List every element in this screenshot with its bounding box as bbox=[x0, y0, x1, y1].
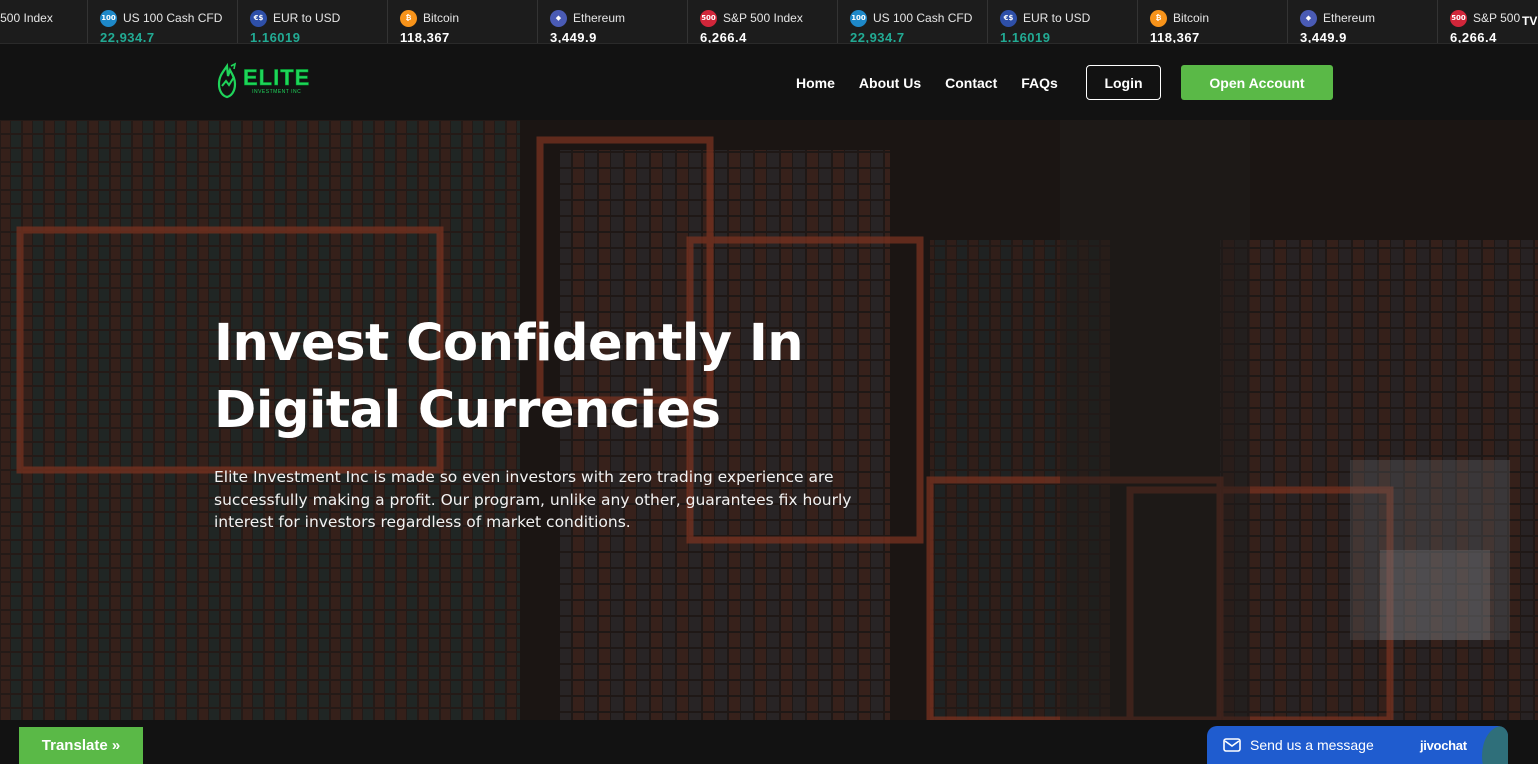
ticker-item-head: 500 S&P 500 Index bbox=[700, 9, 837, 27]
ticker-item-name: EUR to USD bbox=[273, 11, 341, 25]
ticker-item-value: 6,266.4 bbox=[0, 30, 87, 43]
ticker-item-value: 118,367 bbox=[400, 30, 450, 44]
ticker-symbol-icon: 500 bbox=[1450, 9, 1467, 27]
ticker-item-value: 1.16019 bbox=[1000, 30, 1051, 44]
ticker-item-value: 118,367 bbox=[1150, 30, 1200, 44]
ticker-symbol-icon: 500 bbox=[700, 9, 717, 27]
ticker-item[interactable]: ◆ Ethereum 3,449.9 bbox=[1288, 0, 1438, 44]
ticker-item[interactable]: 100 US 100 Cash CFD 22,934.7 bbox=[88, 0, 238, 44]
envelope-icon bbox=[1223, 738, 1241, 752]
ticker-item[interactable]: €$ EUR to USD 1.16019 bbox=[988, 0, 1138, 44]
logo-text: ELITE INVESTMENT INC bbox=[243, 65, 311, 95]
ticker-item-name: US 100 Cash CFD bbox=[123, 11, 223, 25]
login-button[interactable]: Login bbox=[1086, 65, 1161, 100]
ticker-item-name: US 100 Cash CFD bbox=[873, 11, 973, 25]
ticker-item-head: 100 US 100 Cash CFD bbox=[850, 9, 987, 27]
ticker-item[interactable]: ₿ Bitcoin 118,367 bbox=[388, 0, 538, 44]
ticker-item-name: Bitcoin bbox=[423, 11, 460, 25]
ticker-symbol-icon: 100 bbox=[850, 9, 867, 27]
ticker-track: 500S&P 500 Index6,266.4100US 100 Cash CF… bbox=[0, 0, 1538, 44]
ticker-item-head: €$ EUR to USD bbox=[250, 9, 387, 27]
ticker-item-head: 500S&P 500 Index bbox=[0, 10, 87, 26]
ticker-item[interactable]: ◆ Ethereum 3,449.9 bbox=[538, 0, 688, 44]
ticker-item-value: 6,266.4 bbox=[700, 30, 747, 44]
chat-corner-decoration bbox=[1482, 726, 1508, 764]
logo-bull-icon bbox=[217, 62, 237, 99]
logo-word: ELITE bbox=[243, 65, 311, 90]
chat-widget-label: Send us a message bbox=[1250, 737, 1374, 753]
ticker-item-head: ◆ Ethereum bbox=[550, 9, 687, 27]
nav-link-contact[interactable]: Contact bbox=[945, 75, 997, 91]
hero-description: Elite Investment Inc is made so even inv… bbox=[214, 468, 852, 531]
ticker-symbol-icon: ₿ bbox=[1150, 9, 1167, 27]
nav-link-about-us[interactable]: About Us bbox=[859, 75, 921, 91]
main-nav: Home About Us Contact FAQs bbox=[796, 45, 1082, 120]
ticker-symbol-icon: ₿ bbox=[400, 9, 417, 27]
ticker-item-name: Ethereum bbox=[573, 11, 626, 25]
ticker-item-name: Bitcoin bbox=[1173, 11, 1210, 25]
hero-title: Invest Confidently In Digital Currencies bbox=[214, 310, 914, 444]
ticker-item-value: 3,449.9 bbox=[550, 30, 597, 44]
market-ticker: 500S&P 500 Index6,266.4100US 100 Cash CF… bbox=[0, 0, 1538, 44]
ticker-symbol-icon: €$ bbox=[250, 9, 267, 27]
ticker-item-value: 22,934.7 bbox=[850, 30, 905, 44]
open-account-button[interactable]: Open Account bbox=[1181, 65, 1333, 100]
ticker-item[interactable]: 100 US 100 Cash CFD 22,934.7 bbox=[838, 0, 988, 44]
hero-section: Invest Confidently In Digital Currencies… bbox=[0, 120, 1538, 720]
ticker-item[interactable]: €$ EUR to USD 1.16019 bbox=[238, 0, 388, 44]
navbar: ELITE INVESTMENT INC Home About Us Conta… bbox=[0, 45, 1538, 120]
ticker-item-head: 100 US 100 Cash CFD bbox=[100, 9, 237, 27]
ticker-item[interactable]: 500 S&P 500 Index 6,266.4 bbox=[688, 0, 838, 44]
logo-subtitle: INVESTMENT INC bbox=[252, 89, 302, 95]
ticker-item-head: ₿ Bitcoin bbox=[400, 9, 537, 27]
ticker-item-name: S&P 500 Index bbox=[0, 11, 53, 25]
ticker-item-name: Ethereum bbox=[1323, 11, 1376, 25]
hero-title-line2: Digital Currencies bbox=[214, 381, 721, 440]
hero-title-line1: Invest Confidently In bbox=[214, 314, 804, 373]
ticker-item-head: ◆ Ethereum bbox=[1300, 9, 1437, 27]
nav-link-faqs[interactable]: FAQs bbox=[1021, 75, 1058, 91]
nav-link-home[interactable]: Home bbox=[796, 75, 835, 91]
ticker-item[interactable]: 500S&P 500 Index 6,266.4 bbox=[0, 0, 88, 43]
ticker-item[interactable]: ₿ Bitcoin 118,367 bbox=[1138, 0, 1288, 44]
tradingview-logo-icon[interactable]: TV bbox=[1520, 0, 1538, 43]
ticker-item-value: 22,934.7 bbox=[100, 30, 155, 44]
translate-button[interactable]: Translate » bbox=[19, 727, 143, 764]
ticker-symbol-icon: €$ bbox=[1000, 9, 1017, 27]
chat-widget[interactable]: Send us a message jivochat bbox=[1207, 726, 1508, 764]
ticker-item-name: EUR to USD bbox=[1023, 11, 1091, 25]
site-logo[interactable]: ELITE INVESTMENT INC bbox=[213, 62, 310, 100]
ticker-item-name: S&P 500 Index bbox=[723, 11, 803, 25]
ticker-item-value: 1.16019 bbox=[250, 30, 301, 44]
ticker-symbol-icon: 100 bbox=[100, 9, 117, 27]
ticker-item-head: €$ EUR to USD bbox=[1000, 9, 1137, 27]
chat-brand-logo: jivochat bbox=[1420, 738, 1467, 753]
ticker-symbol-icon: ◆ bbox=[550, 9, 567, 27]
ticker-item-value: 3,449.9 bbox=[1300, 30, 1347, 44]
ticker-symbol-icon: ◆ bbox=[1300, 9, 1317, 27]
ticker-item-head: ₿ Bitcoin bbox=[1150, 9, 1287, 27]
